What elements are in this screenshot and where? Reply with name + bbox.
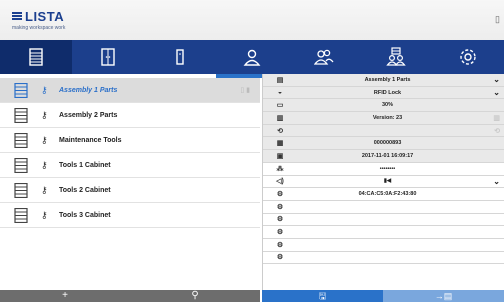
door-icon <box>101 48 115 66</box>
drawer-icon <box>176 49 184 65</box>
selected-row-actions-icon[interactable]: ▯ ▮ <box>240 86 250 94</box>
network-icon: ⚙ <box>276 191 284 199</box>
detail-value: Version: 23 <box>372 114 403 121</box>
cabinet-icon: ▤ <box>276 76 284 84</box>
cabinet-label: Maintenance Tools <box>59 136 122 144</box>
detail-row-network[interactable]: ⚙ 04:CA:C5:0A:F2:43:80 <box>263 188 504 201</box>
next-button[interactable]: →▤ <box>383 290 504 302</box>
detail-row-battery: ▭ 30% <box>263 99 504 113</box>
detail-row-lock[interactable]: ◒ RFID Lock ⌄ <box>263 86 504 100</box>
add-button[interactable]: + <box>0 290 130 302</box>
logo-tagline: making workspace work <box>12 25 66 31</box>
list-toolbar: + ⚲ <box>0 290 260 302</box>
detail-value: 30% <box>381 102 393 109</box>
tab-settings[interactable] <box>432 40 504 74</box>
detail-row-network[interactable]: ⚙ <box>263 252 504 265</box>
tab-doors[interactable] <box>72 40 144 74</box>
detail-value: 04:CA:C5:0A:F2:43:80 <box>358 191 417 198</box>
cabinet-icon <box>14 132 28 148</box>
serial-icon: ▦ <box>276 140 284 148</box>
key-icon: ⚷ <box>41 134 48 145</box>
cabinet-details: ▤ Assembly 1 Parts ⌄ ◒ RFID Lock ⌄ ▭ 30%… <box>262 74 504 290</box>
cabinet-label: Tools 2 Cabinet <box>59 186 111 194</box>
cabinet-list-icon <box>29 48 43 66</box>
network-icon: ⚙ <box>276 229 284 237</box>
key-icon: ⚷ <box>41 109 48 120</box>
detail-value: RFID Lock <box>373 89 402 96</box>
key-icon: ⚷ <box>41 184 48 195</box>
list-item[interactable]: ⚷ Maintenance Tools <box>0 128 260 153</box>
main-nav <box>0 40 504 78</box>
app-header: LISTA making workspace work ▯ <box>0 0 504 40</box>
cabinet-label: Tools 3 Cabinet <box>59 211 111 219</box>
firmware-update-icon[interactable]: ▥ <box>493 114 500 122</box>
info-icon[interactable]: ▯ <box>495 14 500 25</box>
cabinet-list: ⚷ Assembly 1 Parts ▯ ▮ ⚷ Assembly 2 Part… <box>0 78 260 290</box>
detail-row-serial: ▦ 000000893 <box>263 137 504 151</box>
settings-icon <box>460 49 476 65</box>
users-icon <box>314 49 334 65</box>
search-button[interactable]: ⚲ <box>130 290 260 302</box>
battery-icon: ▭ <box>276 102 284 110</box>
detail-row-network[interactable]: ⚙ <box>263 226 504 239</box>
detail-value: •••••••• <box>379 165 396 172</box>
logo-bars-icon <box>12 12 22 21</box>
network-icon: ⚙ <box>276 241 284 249</box>
sync-action-icon[interactable]: ⟲ <box>494 127 500 135</box>
list-item[interactable]: ⚷ Tools 2 Cabinet <box>0 178 260 203</box>
list-item[interactable]: ⚷ Assembly 2 Parts <box>0 103 260 128</box>
detail-row-date: ▣ 2017-11-01 16:09:17 <box>263 150 504 163</box>
detail-row-firmware: ▥ Version: 23 ▥ <box>263 112 504 125</box>
network-icon: ⚙ <box>276 254 284 262</box>
list-item[interactable]: ⚷ Tools 1 Cabinet <box>0 153 260 178</box>
chevron-down-icon[interactable]: ⌄ <box>493 88 500 97</box>
lock-icon: ◒ <box>277 89 283 97</box>
sync-icon: ⟲ <box>277 127 283 135</box>
cabinet-label: Assembly 2 Parts <box>59 111 118 119</box>
key-icon: ⚷ <box>41 159 48 170</box>
firmware-icon: ▥ <box>276 114 284 122</box>
chevron-down-icon[interactable]: ⌄ <box>493 75 500 84</box>
detail-value: Assembly 1 Parts <box>364 76 411 83</box>
logo-word: LISTA <box>25 9 65 24</box>
detail-row-name[interactable]: ▤ Assembly 1 Parts ⌄ <box>263 74 504 87</box>
group-cabinet-icon <box>386 47 406 66</box>
detail-value: ▮◀ <box>383 178 392 185</box>
cabinet-icon <box>14 157 28 173</box>
cabinet-label: Assembly 1 Parts <box>59 86 118 94</box>
detail-row-network[interactable]: ⚙ <box>263 239 504 252</box>
tab-user[interactable] <box>216 40 288 78</box>
tab-cabinets[interactable] <box>0 40 72 74</box>
network-icon: ⚙ <box>276 216 284 224</box>
tab-drawers[interactable] <box>144 40 216 74</box>
cabinet-icon <box>14 107 28 123</box>
tab-users[interactable] <box>288 40 360 78</box>
list-item[interactable]: ⚷ Tools 3 Cabinet <box>0 203 260 228</box>
password-icon: ⁂ <box>276 165 284 173</box>
user-icon <box>243 49 261 66</box>
list-item[interactable]: ⚷ Assembly 1 Parts ▯ ▮ <box>0 78 260 103</box>
cabinet-icon <box>14 182 28 198</box>
network-icon: ⚙ <box>276 203 284 211</box>
cabinet-icon <box>14 82 28 98</box>
detail-value: 2017-11-01 16:09:17 <box>361 152 414 159</box>
detail-row-sync: ⟲ ⟲ <box>263 124 504 138</box>
key-icon: ⚷ <box>41 84 48 95</box>
detail-toolbar: 🖫 →▤ <box>262 290 504 302</box>
calendar-icon: ▣ <box>276 152 284 160</box>
detail-value: 000000893 <box>373 140 402 147</box>
detail-row-password[interactable]: ⁂ •••••••• <box>263 163 504 176</box>
chevron-down-icon[interactable]: ⌄ <box>493 177 500 186</box>
volume-icon: ◁) <box>276 178 284 186</box>
tab-group-cabinet[interactable] <box>360 40 432 78</box>
save-button[interactable]: 🖫 <box>262 290 383 302</box>
cabinet-icon <box>14 207 28 223</box>
detail-row-network[interactable]: ⚙ <box>263 201 504 214</box>
lista-logo: LISTA making workspace work <box>12 9 65 31</box>
key-icon: ⚷ <box>41 209 48 220</box>
detail-row-volume[interactable]: ◁) ▮◀ ⌄ <box>263 176 504 189</box>
detail-row-network[interactable]: ⚙ <box>263 214 504 227</box>
cabinet-label: Tools 1 Cabinet <box>59 161 111 169</box>
